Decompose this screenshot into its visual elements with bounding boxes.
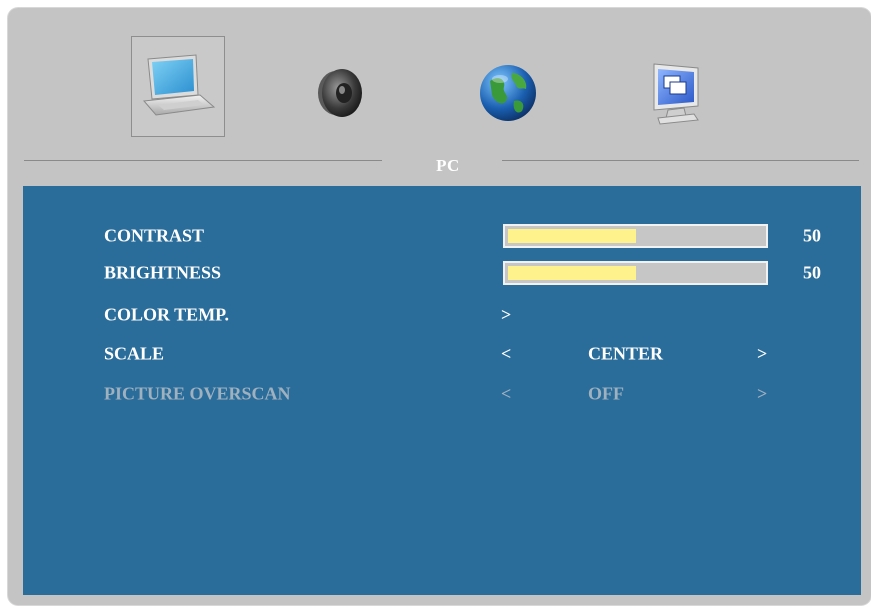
section-title: PC: [436, 156, 460, 175]
picture-overscan-label: PICTURE OVERSCAN: [104, 383, 291, 404]
picture-overscan-right-arrow: >: [757, 383, 768, 404]
divider-left: [24, 160, 382, 161]
scale-label: SCALE: [104, 343, 165, 364]
menu-item-brightness[interactable]: BRIGHTNESS 50: [23, 258, 861, 288]
brightness-slider-fill: [508, 266, 636, 280]
menu-panel: CONTRAST 50 BRIGHTNESS 50 COLOR TEMP. > …: [23, 186, 861, 595]
brightness-label: BRIGHTNESS: [104, 262, 222, 283]
scale-right-arrow[interactable]: >: [757, 344, 767, 365]
scale-value: CENTER: [588, 343, 664, 364]
contrast-slider-fill: [508, 229, 636, 243]
menu-item-color-temp[interactable]: COLOR TEMP. >: [23, 300, 861, 330]
picture-overscan-value: OFF: [588, 383, 624, 404]
menu-item-picture-overscan: PICTURE OVERSCAN < OFF >: [23, 379, 861, 409]
contrast-value: 50: [803, 225, 821, 246]
display-tab[interactable]: [636, 53, 716, 133]
divider-right: [502, 160, 859, 161]
menu-item-scale[interactable]: SCALE < CENTER >: [23, 339, 861, 369]
color-temp-submenu-arrow[interactable]: >: [501, 305, 511, 326]
menu-item-contrast[interactable]: CONTRAST 50: [23, 221, 861, 251]
picture-overscan-left-arrow: <: [501, 383, 512, 404]
pc-tab[interactable]: [131, 36, 225, 137]
speaker-icon: [306, 61, 370, 125]
display-windows-icon: [646, 60, 706, 126]
contrast-slider[interactable]: [503, 224, 768, 248]
brightness-value: 50: [803, 262, 821, 283]
color-temp-label: COLOR TEMP.: [104, 304, 230, 325]
brightness-slider[interactable]: [503, 261, 768, 285]
contrast-label: CONTRAST: [104, 225, 205, 246]
globe-icon: [476, 61, 540, 125]
audio-tab[interactable]: [298, 53, 378, 133]
globe-tab[interactable]: [468, 53, 548, 133]
scale-left-arrow[interactable]: <: [501, 344, 511, 365]
laptop-icon: [138, 51, 218, 123]
